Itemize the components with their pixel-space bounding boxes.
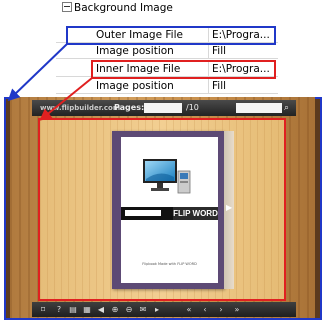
property-name: Image position <box>96 45 174 57</box>
sound-icon[interactable]: ◀ <box>96 302 106 317</box>
viewer-top-bar: www.flipbuilder.com Pages: /10 ⌕ <box>32 100 296 116</box>
fit-icon[interactable]: ⌑ <box>38 302 48 317</box>
zoom-in-icon[interactable]: ⊕ <box>110 302 120 317</box>
property-row-image-position[interactable]: Image position Fill <box>56 79 278 94</box>
last-page-icon[interactable]: » <box>232 302 242 317</box>
property-row-image-position[interactable]: Image position Fill <box>56 44 278 59</box>
property-value[interactable]: Fill <box>212 44 226 58</box>
print-icon[interactable]: ▤ <box>68 302 78 317</box>
thumbnails-icon[interactable]: ▦ <box>82 302 92 317</box>
category-label: Background Image <box>74 2 173 14</box>
outer-image-highlight <box>66 26 276 45</box>
first-page-icon[interactable]: « <box>184 302 194 317</box>
search-input[interactable] <box>236 103 282 113</box>
book-caption: Flipbook Made with FLIP WORD <box>142 262 197 266</box>
zoom-out-icon[interactable]: ⊖ <box>124 302 134 317</box>
grid-gutter <box>0 0 56 97</box>
page-input[interactable] <box>144 103 182 113</box>
play-icon[interactable]: ▸ <box>152 302 162 317</box>
category-background-image[interactable]: Background Image <box>62 0 173 16</box>
property-value[interactable]: Fill <box>212 79 226 93</box>
viewer-url[interactable]: www.flipbuilder.com <box>40 100 120 116</box>
brand-bar: FLIP WORD <box>121 207 218 220</box>
inner-image-highlight <box>91 60 276 79</box>
brand-name: FLIP WORD <box>173 207 218 220</box>
page-total: /10 <box>186 103 199 112</box>
share-icon[interactable]: ✉ <box>138 302 148 317</box>
next-page-icon[interactable]: › <box>216 302 226 317</box>
property-grid: Background Image Outer Image File E:\Pro… <box>0 0 278 97</box>
search-icon[interactable]: ⌕ <box>284 100 289 116</box>
collapse-icon[interactable] <box>62 2 72 12</box>
pages-label: Pages: <box>114 103 145 112</box>
help-icon[interactable]: ? <box>54 302 64 317</box>
next-page-arrow-icon[interactable]: ▶ <box>226 203 232 212</box>
brand-url <box>125 210 161 216</box>
monitor-icon <box>143 159 191 194</box>
prev-page-icon[interactable]: ‹ <box>200 302 210 317</box>
viewer-bottom-toolbar: ⌑ ? ▤ ▦ ◀ ⊕ ⊖ ✉ ▸ « ‹ › » <box>32 302 296 317</box>
property-name: Image position <box>96 80 174 92</box>
